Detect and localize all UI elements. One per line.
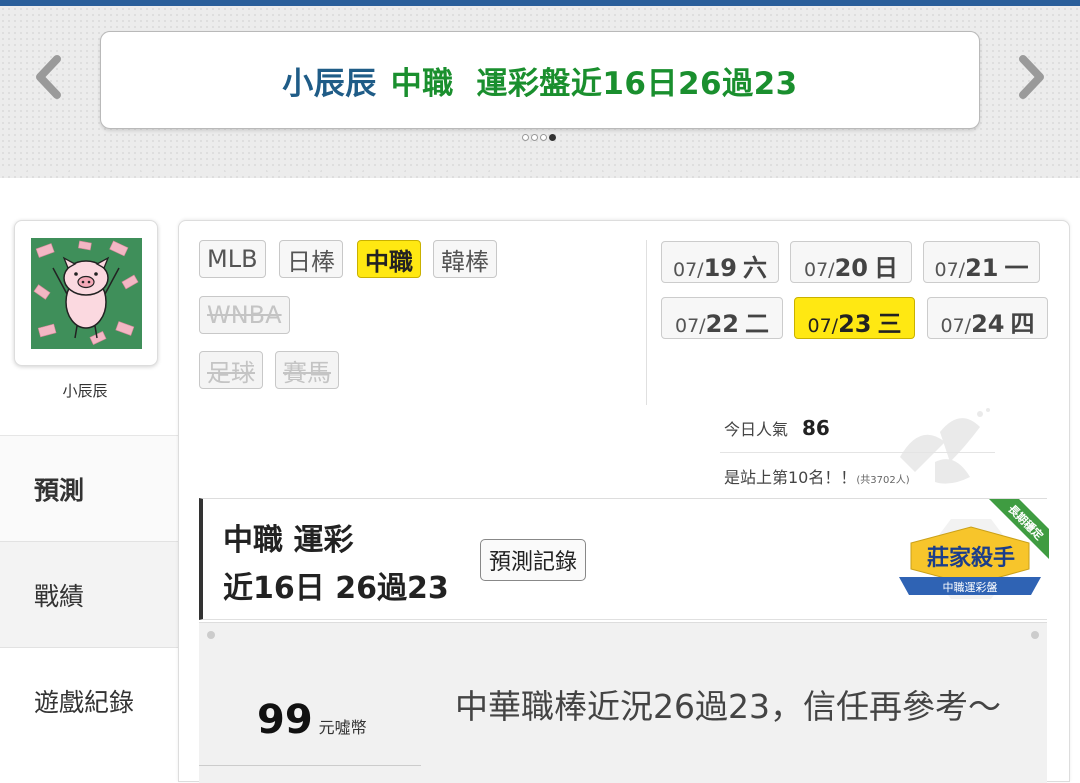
prediction-record-button[interactable]: 預測記錄 [480, 539, 587, 581]
side-menu-item-record[interactable]: 戰績 [0, 541, 178, 647]
offer-message: 中華職棒近況26過23，信任再參考～ [455, 687, 1001, 726]
date-day: 19 [703, 254, 737, 282]
headline-author: 小辰辰 [282, 65, 377, 102]
chevron-right-icon [1019, 55, 1044, 99]
date-month: 07/ [673, 259, 704, 281]
league-tab-npb[interactable]: 日棒 [279, 240, 343, 278]
popularity-value: 86 [802, 416, 830, 440]
date-day: 22 [705, 310, 739, 338]
rank-text: 是站上第10名！！ [724, 468, 857, 487]
league-tab-horse-racing: 賽馬 [275, 351, 339, 389]
date-weekday: 六 [742, 254, 767, 282]
chevron-left-icon [36, 55, 61, 99]
side-menu-label: 戰績 [34, 581, 85, 611]
date-day: 21 [965, 254, 999, 282]
popularity-line: 今日人氣 86 [724, 416, 830, 440]
side-menu-item-game-log[interactable]: 遊戲紀錄 [0, 647, 178, 753]
record-league: 中職 運彩 [223, 523, 354, 558]
date-month: 07/ [934, 259, 966, 281]
divider [646, 240, 647, 405]
record-summary: 近16日 26過23 [223, 571, 449, 606]
price-unit: 元噓幣 [318, 718, 367, 737]
badge-subtitle: 中職運彩盤 [943, 581, 998, 594]
league-tab-label: 足球 [207, 358, 255, 387]
username: 小辰辰 [62, 382, 108, 400]
league-tab-kbo[interactable]: 韓棒 [433, 240, 497, 278]
carousel-dot[interactable] [549, 134, 556, 141]
carousel-dot[interactable] [540, 134, 547, 141]
headline-banner[interactable]: 小辰辰 中職 運彩盤近16日26過23 [100, 31, 980, 129]
popularity-label: 今日人氣 [724, 420, 789, 439]
date-day: 23 [838, 310, 872, 338]
offer-box: 99 元噓幣 中華職棒近況26過23，信任再參考～ [199, 622, 1047, 783]
date-day: 24 [971, 310, 1005, 338]
date-day: 20 [834, 254, 868, 282]
rank-total: (共3702人) [856, 475, 910, 486]
previous-arrow-button[interactable] [28, 52, 68, 102]
side-menu-item-prediction[interactable]: 預測 [0, 435, 178, 541]
badge-banker-killer-icon: 莊家殺手 中職運彩盤 長期穩定 [899, 499, 1049, 599]
date-weekday: 一 [1004, 254, 1029, 282]
date-button-0721[interactable]: 07/21 一 [923, 241, 1040, 283]
carousel-dots [522, 134, 556, 144]
offer-price: 99 元噓幣 [257, 697, 367, 743]
carousel-dot[interactable] [531, 134, 538, 141]
date-month: 07/ [807, 315, 839, 337]
league-tab-label: 中職 [365, 247, 413, 276]
league-tab-cpbl[interactable]: 中職 [357, 240, 421, 278]
league-tab-label: WNBA [207, 301, 282, 329]
league-tab-wnba: WNBA [199, 296, 290, 334]
side-menu-label: 遊戲紀錄 [34, 687, 135, 717]
date-button-0724[interactable]: 07/24 四 [927, 297, 1048, 339]
league-tab-label: 日棒 [287, 247, 335, 276]
date-month: 07/ [675, 315, 706, 337]
badge-title: 莊家殺手 [927, 545, 1015, 571]
avatar [30, 237, 142, 349]
date-button-0720[interactable]: 07/20 日 [790, 241, 912, 283]
record-card: 中職 運彩 近16日 26過23 預測記錄 莊家殺手 中職運彩盤 長期穩定 [199, 498, 1049, 620]
date-button-0722[interactable]: 07/22 二 [661, 297, 783, 339]
league-tab-soccer: 足球 [199, 351, 263, 389]
divider [720, 452, 995, 453]
date-button-0719[interactable]: 07/19 六 [661, 241, 779, 283]
side-menu: 預測 戰績 遊戲紀錄 [0, 435, 178, 753]
date-weekday: 四 [1010, 310, 1035, 338]
rank-line: 是站上第10名！！(共3702人) [724, 464, 910, 488]
screw-icon [1031, 631, 1039, 639]
league-tab-mlb[interactable]: MLB [199, 240, 266, 278]
headline-text: 中職 運彩盤近16日26過23 [390, 65, 798, 102]
date-month: 07/ [804, 259, 835, 281]
avatar-card[interactable] [14, 220, 158, 366]
league-tab-label: 韓棒 [441, 247, 489, 276]
date-month: 07/ [940, 315, 972, 337]
league-tab-label: MLB [207, 245, 258, 273]
divider [199, 765, 421, 766]
date-weekday: 三 [877, 310, 902, 338]
date-weekday: 二 [744, 310, 769, 338]
league-tab-label: 賽馬 [283, 358, 331, 387]
date-weekday: 日 [873, 254, 898, 282]
next-arrow-button[interactable] [1012, 52, 1052, 102]
pig-avatar-icon [30, 237, 142, 349]
screw-icon [207, 631, 215, 639]
date-button-0723[interactable]: 07/23 三 [794, 297, 915, 339]
carousel-dot[interactable] [522, 134, 529, 141]
price-value: 99 [257, 697, 313, 743]
side-menu-label: 預測 [34, 475, 85, 505]
banner-wave-edge [0, 168, 1080, 182]
